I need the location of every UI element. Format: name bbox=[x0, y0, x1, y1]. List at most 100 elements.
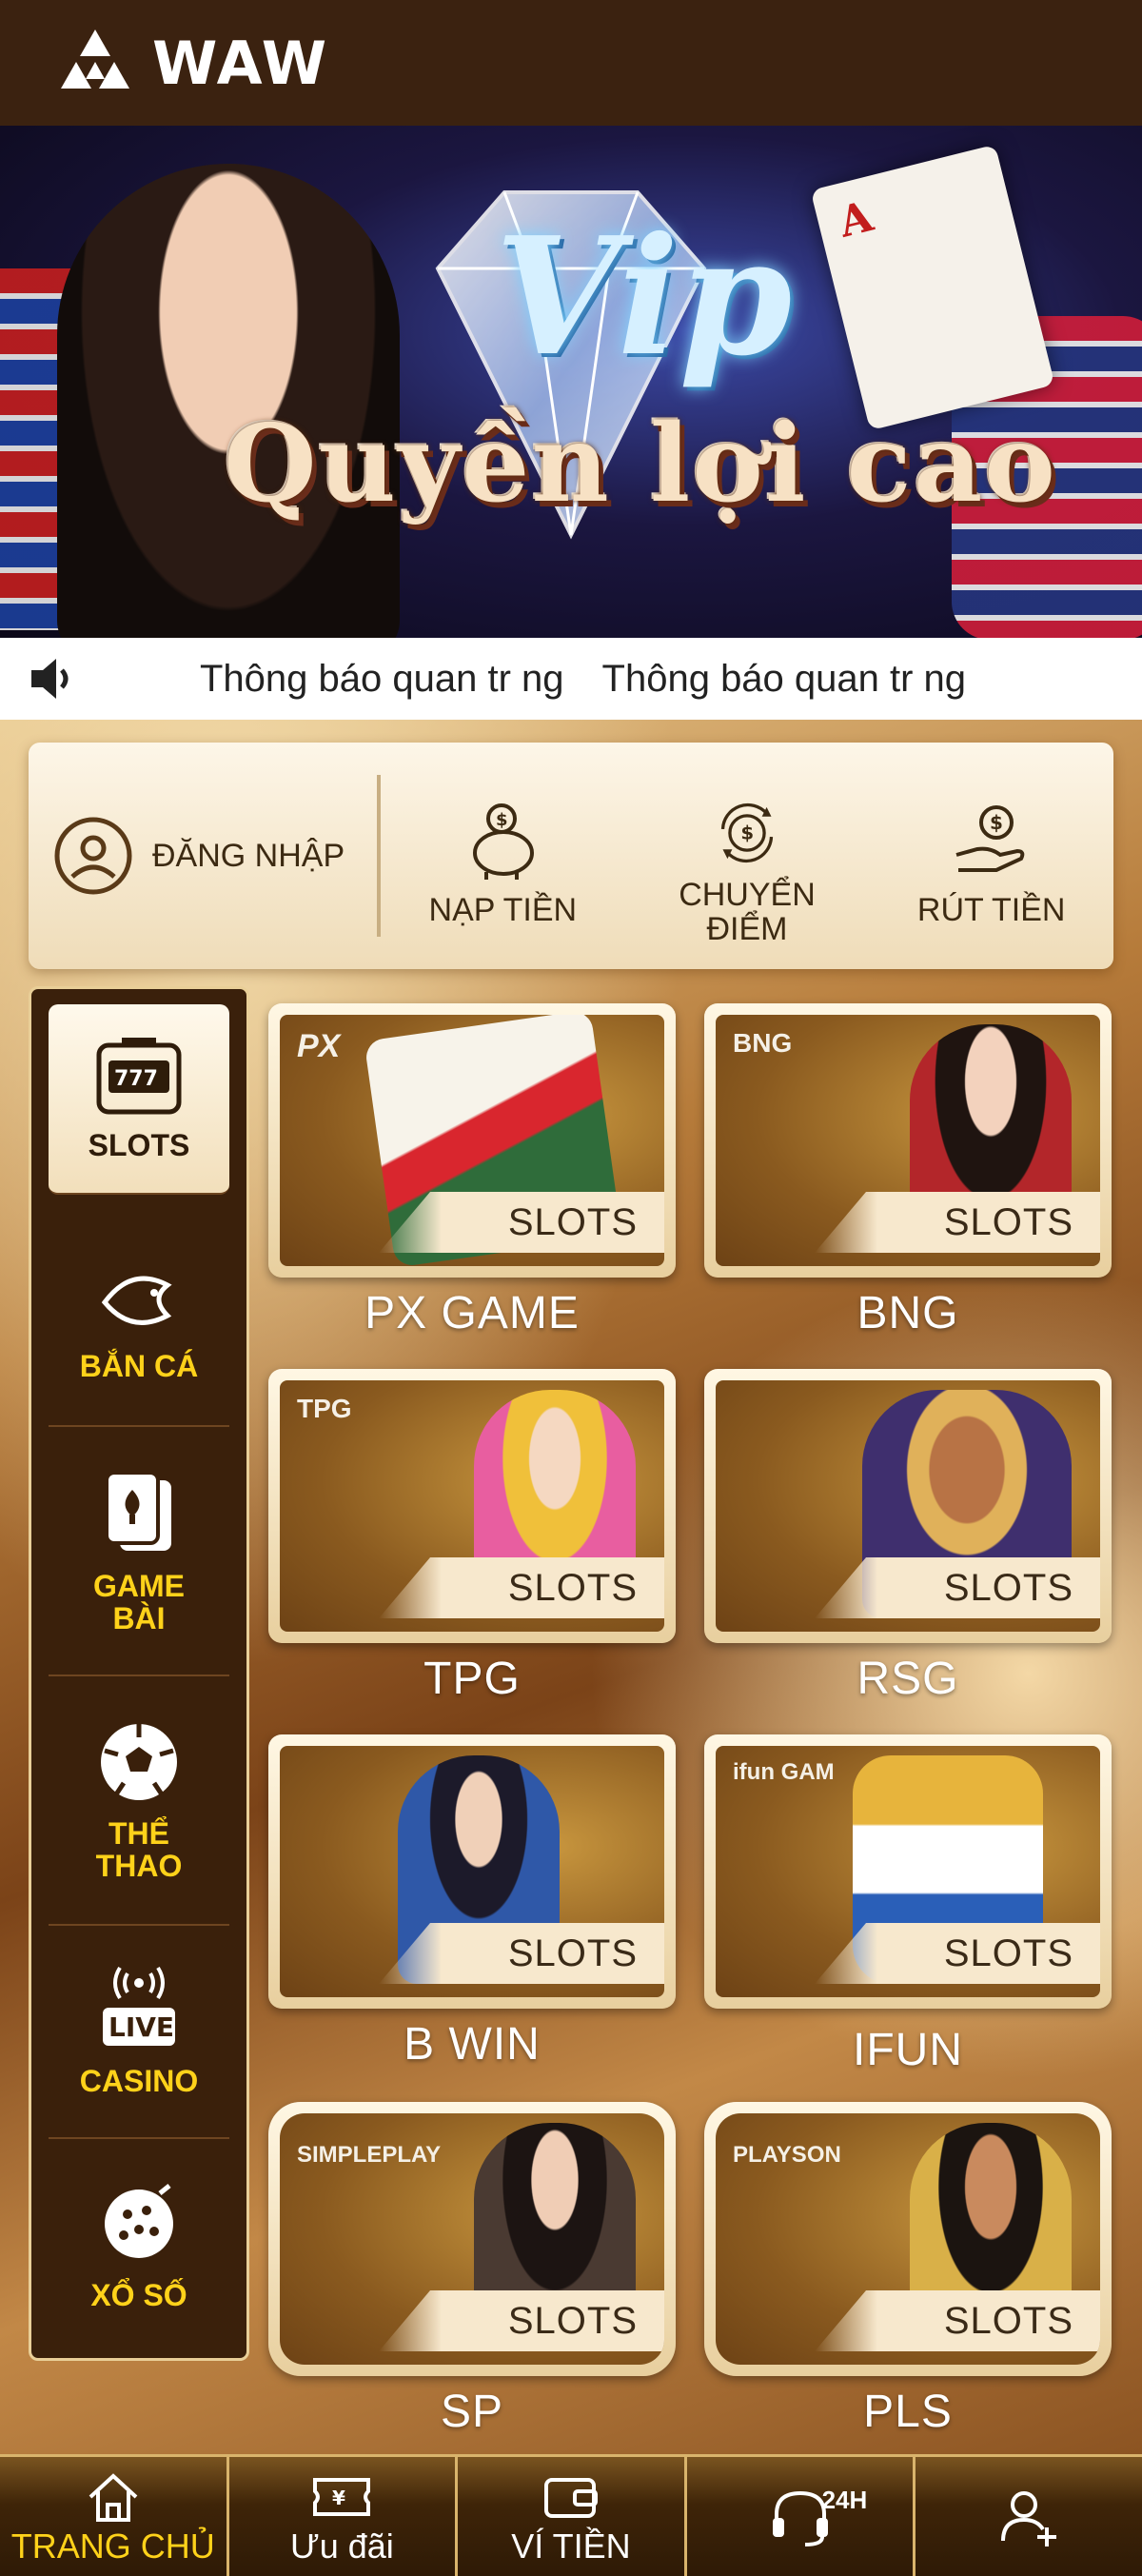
banner-slogan: Quyền lợi cao bbox=[224, 402, 1058, 526]
game-name: SP bbox=[440, 2387, 504, 2437]
svg-text:¥: ¥ bbox=[332, 2487, 345, 2509]
game-card[interactable]: PX SLOTS PX GAME bbox=[268, 1003, 676, 1339]
game-card[interactable]: SLOTS B WIN bbox=[268, 1734, 676, 2071]
game-card[interactable]: BNG SLOTS BNG bbox=[704, 1003, 1112, 1339]
game-card[interactable]: TPG SLOTS TPG bbox=[268, 1369, 676, 1705]
nav-promotions[interactable]: ¥ Ưu đãi bbox=[229, 2457, 459, 2576]
category-label: THỂ THAO bbox=[95, 1816, 183, 1883]
cards-icon bbox=[105, 1471, 171, 1551]
game-tile: TPG SLOTS bbox=[268, 1369, 676, 1643]
game-name: BNG bbox=[856, 1288, 959, 1338]
game-tile: BNG SLOTS bbox=[704, 1003, 1112, 1278]
category-label: CASINO bbox=[79, 2064, 199, 2098]
slots-tag: SLOTS bbox=[379, 2290, 664, 2351]
provider-logo: SIMPLEPLAY bbox=[297, 2142, 442, 2168]
svg-text:$: $ bbox=[990, 811, 1003, 834]
ticket-icon: ¥ bbox=[311, 2467, 372, 2526]
provider-logo: BNG bbox=[733, 1028, 793, 1058]
game-card[interactable]: PLAYSON SLOTS PLS bbox=[704, 2102, 1112, 2438]
svg-text:777: 777 bbox=[114, 1067, 158, 1091]
fish-icon bbox=[101, 1276, 172, 1325]
brand-logo[interactable]: WAW bbox=[55, 28, 328, 98]
brand-name: WAW bbox=[152, 28, 329, 98]
home-icon bbox=[85, 2467, 142, 2526]
slots-tag: SLOTS bbox=[379, 1557, 664, 1618]
speaker-icon[interactable] bbox=[0, 657, 105, 701]
nav-home[interactable]: TRANG CHỦ bbox=[0, 2457, 229, 2576]
category-label: XỔ SỐ bbox=[90, 2278, 187, 2312]
game-name: IFUN bbox=[853, 2025, 963, 2075]
marquee-item: Thông báo quan tr ng bbox=[200, 657, 564, 700]
game-thumbnail: TPG SLOTS bbox=[280, 1380, 664, 1632]
game-thumbnail: PX SLOTS bbox=[280, 1015, 664, 1266]
category-slots[interactable]: 777 SLOTS bbox=[49, 1004, 229, 1195]
game-tile: PLAYSON SLOTS bbox=[704, 2102, 1112, 2376]
game-card[interactable]: SIMPLEPLAY SLOTS SP bbox=[268, 2102, 676, 2438]
svg-text:$: $ bbox=[496, 810, 508, 830]
nav-label: VÍ TIỀN bbox=[511, 2526, 631, 2566]
live-icon: LIVE bbox=[103, 1966, 175, 2046]
playing-card: A bbox=[810, 144, 1055, 431]
banner-model bbox=[57, 164, 400, 638]
game-card[interactable]: ifun GAM SLOTS IFUN bbox=[704, 1734, 1112, 2076]
game-name: PX GAME bbox=[364, 1288, 580, 1338]
announcement-marquee: Thông báo quan tr ng Thông báo quan tr n… bbox=[0, 638, 1142, 720]
game-name: RSG bbox=[856, 1654, 959, 1704]
marquee-track: Thông báo quan tr ng Thông báo quan tr n… bbox=[105, 658, 966, 701]
login-label: ĐĂNG NHẬP bbox=[152, 837, 345, 874]
user-avatar-icon bbox=[54, 817, 132, 895]
coin-transfer-icon: $ bbox=[720, 803, 774, 863]
support-24h-badge: 24H bbox=[821, 2485, 868, 2514]
svg-text:$: $ bbox=[740, 822, 754, 844]
game-tile: SIMPLEPLAY SLOTS bbox=[268, 2102, 676, 2376]
marquee-item: Thông báo quan tr ng bbox=[601, 657, 967, 700]
category-sidebar: 777 SLOTS BẮN CÁ GAME BÀI THỂ THAO LIVE … bbox=[29, 986, 249, 2361]
nav-label: Ưu đãi bbox=[289, 2526, 394, 2566]
nav-register[interactable] bbox=[916, 2457, 1142, 2576]
game-thumbnail: PLAYSON SLOTS bbox=[716, 2113, 1100, 2365]
game-name: PLS bbox=[863, 2387, 953, 2437]
nav-support[interactable]: 24H bbox=[687, 2457, 916, 2576]
provider-logo: ifun GAM bbox=[733, 1759, 835, 1785]
lottery-icon bbox=[105, 2184, 173, 2258]
game-thumbnail: SIMPLEPLAY SLOTS bbox=[280, 2113, 664, 2365]
withdraw-button[interactable]: $ RÚT TIỀN bbox=[869, 765, 1113, 946]
promo-banner[interactable]: A Vip Quyền lợi cao bbox=[0, 126, 1142, 638]
bottom-navigation: TRANG CHỦ ¥ Ưu đãi VÍ TIỀN 24H bbox=[0, 2454, 1142, 2576]
provider-logo: PLAYSON bbox=[733, 2142, 841, 2168]
provider-logo: PX bbox=[297, 1028, 341, 1064]
category-lottery[interactable]: XỔ SỐ bbox=[49, 2139, 229, 2352]
slot-machine-icon: 777 bbox=[96, 1038, 182, 1115]
category-live-casino[interactable]: LIVE CASINO bbox=[49, 1926, 229, 2139]
game-thumbnail: BNG SLOTS bbox=[716, 1015, 1100, 1266]
game-thumbnail: ifun GAM SLOTS bbox=[716, 1746, 1100, 1997]
game-tile: ifun GAM SLOTS bbox=[704, 1734, 1112, 2009]
withdraw-label: RÚT TIỀN bbox=[916, 892, 1066, 928]
deposit-button[interactable]: $ NẠP TIỀN bbox=[381, 765, 625, 946]
transfer-button[interactable]: $ CHUYỂN ĐIỂM bbox=[625, 765, 870, 946]
game-thumbnail: SLOTS bbox=[280, 1746, 664, 1997]
headset-icon: 24H bbox=[767, 2486, 867, 2546]
game-tile: PX SLOTS bbox=[268, 1003, 676, 1278]
login-button[interactable]: ĐĂNG NHẬP bbox=[29, 775, 381, 937]
banner-headline: Vip bbox=[495, 202, 793, 392]
category-sports[interactable]: THỂ THAO bbox=[49, 1676, 229, 1926]
category-label: GAME BÀI bbox=[93, 1569, 185, 1635]
category-label: BẮN CÁ bbox=[79, 1349, 199, 1383]
slots-tag: SLOTS bbox=[815, 2290, 1100, 2351]
wallet-icon bbox=[541, 2467, 601, 2526]
deposit-label: NẠP TIỀN bbox=[428, 892, 578, 928]
nav-wallet[interactable]: VÍ TIỀN bbox=[458, 2457, 687, 2576]
game-name: B WIN bbox=[404, 2019, 541, 2070]
provider-logo: TPG bbox=[297, 1394, 352, 1423]
slots-tag: SLOTS bbox=[815, 1192, 1100, 1253]
soccer-ball-icon bbox=[101, 1724, 177, 1800]
transfer-label: CHUYỂN ĐIỂM bbox=[679, 877, 816, 947]
game-card[interactable]: SLOTS RSG bbox=[704, 1369, 1112, 1705]
piggy-bank-icon: $ bbox=[473, 803, 535, 880]
nav-label: TRANG CHỦ bbox=[10, 2526, 215, 2566]
category-fishing[interactable]: BẮN CÁ bbox=[49, 1214, 229, 1427]
slots-tag: SLOTS bbox=[815, 1557, 1100, 1618]
game-tile: SLOTS bbox=[268, 1734, 676, 2009]
category-card-games[interactable]: GAME BÀI bbox=[49, 1427, 229, 1676]
